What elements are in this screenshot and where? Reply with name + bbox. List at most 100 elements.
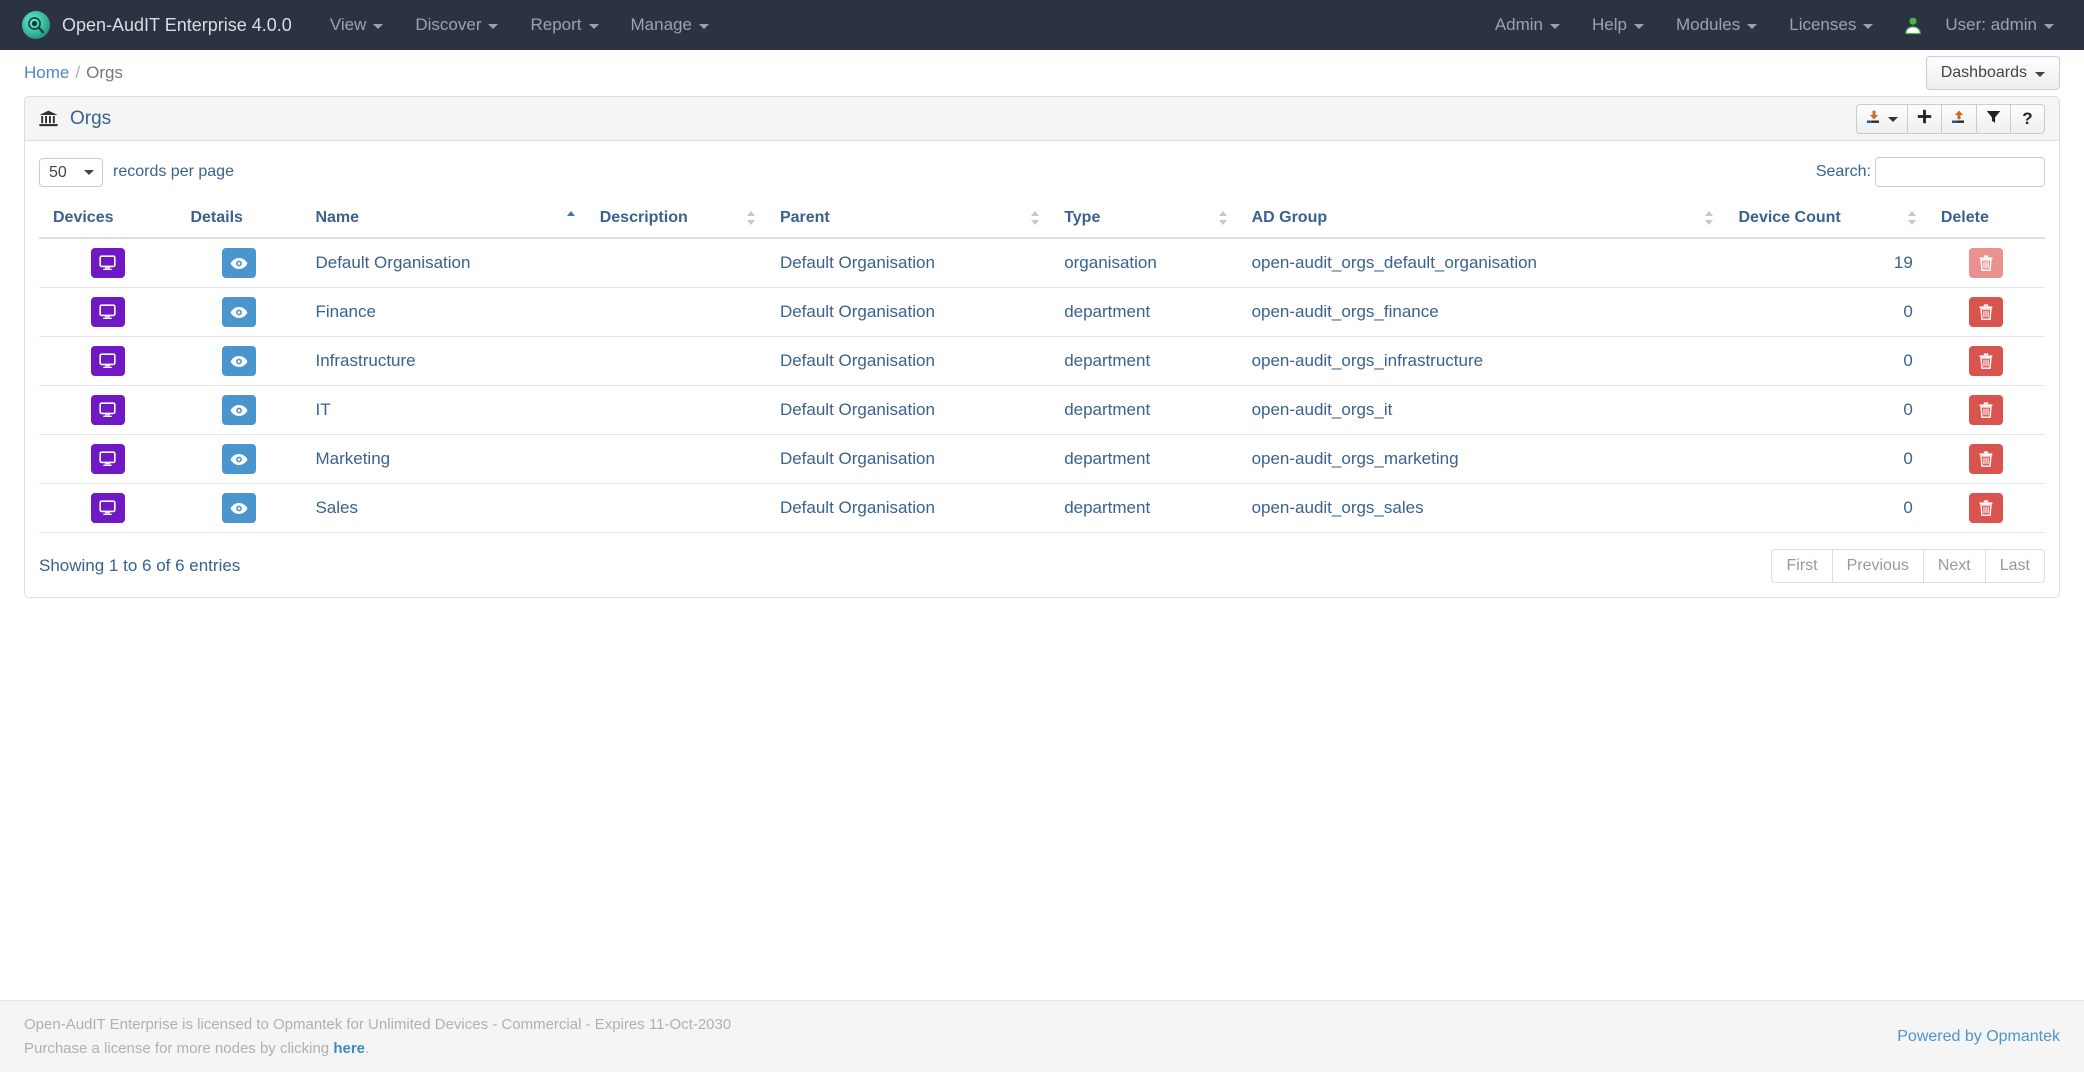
column-header-delete[interactable]: Delete (1926, 199, 2045, 239)
nav-item-user[interactable]: User: admin (1929, 0, 2070, 50)
nav-item-manage[interactable]: Manage (615, 0, 725, 50)
devices-button[interactable] (90, 395, 125, 425)
breadcrumb-home-link[interactable]: Home (24, 63, 69, 82)
delete-button[interactable] (1968, 493, 2003, 523)
magnifier-globe-icon[interactable] (22, 11, 50, 39)
delete-button[interactable] (1968, 444, 2003, 474)
cell-ad-group: open-audit_orgs_it (1237, 385, 1725, 435)
devices-button[interactable] (90, 297, 125, 327)
delete-button[interactable] (1968, 346, 2003, 376)
nav-item-modules[interactable]: Modules (1660, 0, 1773, 50)
cell-details (176, 237, 302, 288)
details-button[interactable] (221, 395, 256, 425)
column-header-devices[interactable]: Devices (39, 199, 177, 239)
pagination-next-button[interactable]: Next (1923, 549, 1986, 583)
chevron-down-icon (1863, 23, 1874, 29)
cell-device-count: 0 (1724, 434, 1927, 484)
cell-device-count: 19 (1724, 237, 1927, 288)
add-button[interactable] (1908, 103, 1942, 134)
cell-details (176, 287, 302, 337)
table-row: Finance Default Organisation department ope… (39, 287, 2045, 337)
purchase-license-link[interactable]: here (333, 1040, 365, 1057)
dashboards-button[interactable]: Dashboards (1925, 56, 2060, 90)
cell-parent: Default Organisation (765, 237, 1051, 288)
column-header-device-count[interactable]: Device Count (1724, 199, 1927, 239)
sort-icon (746, 211, 756, 225)
eye-icon (230, 404, 248, 417)
search-input[interactable] (1875, 157, 2045, 187)
cell-description (585, 483, 766, 533)
page-length-select[interactable]: 102550100 (39, 157, 103, 187)
nav-item-view[interactable]: View (314, 0, 400, 50)
details-button[interactable] (221, 248, 256, 278)
chevron-down-icon (1550, 23, 1561, 29)
license-line-2-post: . (365, 1039, 370, 1057)
cell-details (176, 434, 302, 484)
nav-item-user-label: User: admin (1945, 15, 2037, 34)
import-button[interactable] (1942, 103, 1977, 134)
delete-button[interactable] (1968, 248, 2003, 278)
export-dropdown-button[interactable] (1856, 103, 1908, 134)
eye-icon (230, 257, 248, 270)
chevron-down-icon (1747, 23, 1758, 29)
license-line-2: Purchase a license for more nodes by cli… (24, 1037, 731, 1060)
export-icon (1866, 110, 1882, 128)
nav-item-help[interactable]: Help (1576, 0, 1660, 50)
filter-button[interactable] (1977, 103, 2011, 134)
cell-name: Default Organisation (301, 237, 586, 288)
help-button[interactable]: ? (2011, 103, 2045, 134)
monitor-icon (99, 451, 116, 467)
details-button[interactable] (221, 444, 256, 474)
cell-description (585, 434, 766, 484)
pagination-last-button[interactable]: Last (1985, 549, 2045, 583)
sort-icon (1218, 211, 1228, 225)
pagination-first-button[interactable]: First (1771, 549, 1833, 583)
cell-delete (1926, 385, 2045, 435)
user-avatar-icon[interactable] (1889, 15, 1929, 35)
nav-item-report-label: Report (530, 15, 582, 34)
devices-button[interactable] (90, 444, 125, 474)
column-header-description[interactable]: Description (585, 199, 766, 239)
delete-button[interactable] (1968, 395, 2003, 425)
table-footer: Showing 1 to 6 of 6 entries First Previo… (39, 533, 2045, 583)
nav-item-discover-label: Discover (415, 15, 482, 34)
column-header-device-count-label: Device Count (1738, 209, 1841, 226)
panel-heading: Orgs ? (25, 97, 2059, 141)
devices-button[interactable] (90, 346, 125, 376)
nav-item-report[interactable]: Report (514, 0, 614, 50)
pagination-previous-button[interactable]: Previous (1832, 549, 1924, 583)
details-button[interactable] (221, 346, 256, 376)
table-row: Default Organisation Default Organisation… (39, 237, 2045, 288)
cell-description (585, 237, 766, 288)
devices-button[interactable] (90, 248, 125, 278)
license-text: Open-AudIT Enterprise is licensed to Opm… (24, 1013, 731, 1060)
chevron-down-icon (373, 23, 384, 29)
nav-item-discover[interactable]: Discover (399, 0, 514, 50)
cell-delete (1926, 434, 2045, 484)
cell-parent: Default Organisation (765, 483, 1051, 533)
details-button[interactable] (221, 297, 256, 327)
cell-type: department (1050, 483, 1238, 533)
monitor-icon (99, 402, 116, 418)
cell-devices (39, 434, 177, 484)
sort-ascending-icon (566, 211, 576, 225)
cell-ad-group: open-audit_orgs_default_organisation (1237, 237, 1725, 288)
column-header-ad-group[interactable]: AD Group (1237, 199, 1725, 239)
column-header-type[interactable]: Type (1050, 199, 1238, 239)
details-button[interactable] (221, 493, 256, 523)
column-header-name[interactable]: Name (301, 199, 586, 239)
column-header-details[interactable]: Details (176, 199, 302, 239)
nav-item-admin[interactable]: Admin (1479, 0, 1576, 50)
devices-button[interactable] (90, 493, 125, 523)
orgs-panel: Orgs ? 50 records per page Search: Devic… (24, 96, 2060, 598)
panel-title-text: Orgs (70, 107, 112, 129)
cell-device-count: 0 (1724, 287, 1927, 337)
search-control: Search: (1816, 157, 2045, 187)
brand-title[interactable]: Open-AudIT Enterprise 4.0.0 (62, 15, 314, 36)
eye-icon (230, 502, 248, 515)
nav-item-licenses[interactable]: Licenses (1773, 0, 1889, 50)
column-header-devices-label: Devices (53, 209, 114, 226)
table-row: Marketing Default Organisation department o… (39, 434, 2045, 484)
delete-button[interactable] (1968, 297, 2003, 327)
column-header-parent[interactable]: Parent (765, 199, 1051, 239)
